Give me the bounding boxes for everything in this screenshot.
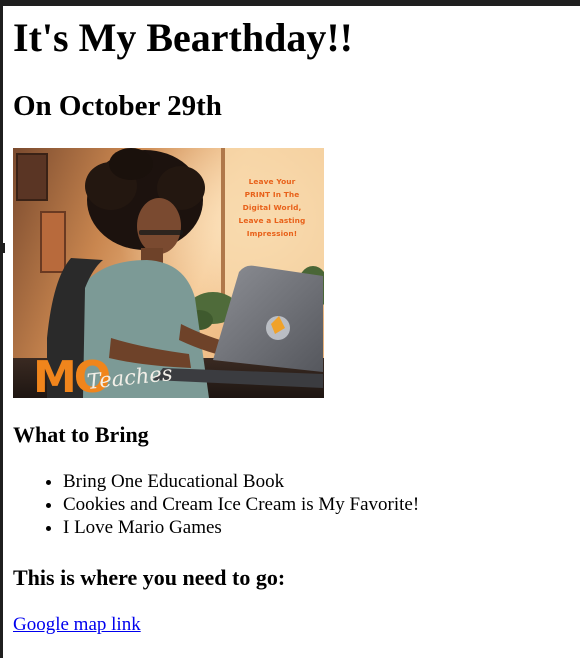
google-map-link[interactable]: Google map link [13, 613, 141, 637]
page-title: It's My Bearthday!! [13, 15, 353, 60]
bring-heading: What to Bring [13, 422, 149, 447]
birthday-image: Leave Your PRINT In The Digital World, L… [13, 148, 324, 398]
list-item: Bring One Educational Book [63, 470, 419, 493]
window-left-notch [3, 243, 5, 253]
list-item: I Love Mario Games [63, 516, 419, 539]
poster-caption: Leave Your PRINT In The Digital World, L… [238, 177, 306, 238]
bring-list: Bring One Educational Book Cookies and C… [0, 470, 419, 539]
window-left-border [0, 0, 3, 658]
location-heading: This is where you need to go: [13, 565, 286, 590]
page-subtitle: On October 29th [13, 90, 222, 122]
window-top-border [0, 0, 580, 6]
list-item: Cookies and Cream Ice Cream is My Favori… [63, 493, 419, 516]
